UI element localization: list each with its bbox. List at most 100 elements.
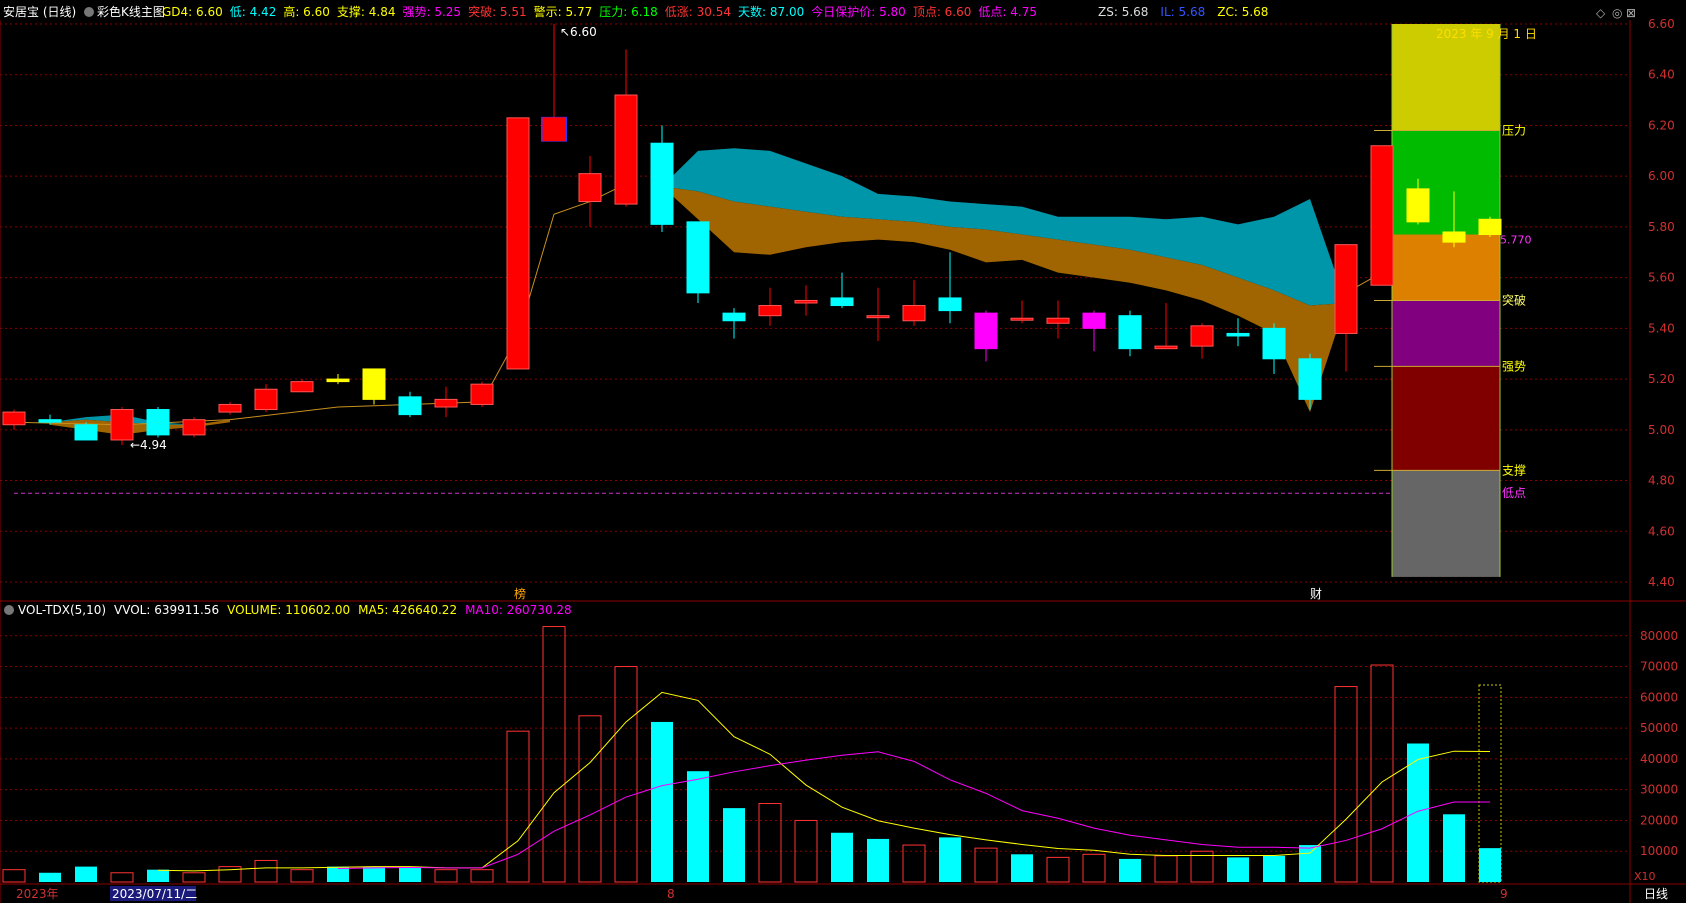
kline-chart: 安居宝 (日线) 彩色K线主图 GD4: 6.60 低: 4.42 高: 6.60 支… [0, 4, 1686, 903]
volume-bar [723, 808, 745, 882]
volume-bar [1479, 848, 1501, 882]
candle-body [146, 409, 170, 436]
header-right-item: ZC: 5.68 [1217, 5, 1268, 19]
volume-tick-label: 60000 [1640, 690, 1678, 704]
volume-ma5-line [157, 691, 1491, 872]
candle-body [362, 368, 386, 400]
volume-bar [1299, 845, 1321, 882]
candle-body [578, 173, 602, 203]
candle-body [398, 396, 422, 416]
volume-bar [39, 872, 61, 882]
volume-bar [75, 866, 97, 882]
candle-body [650, 142, 674, 225]
volume-tick-label: 10000 [1640, 844, 1678, 858]
period-label: 日线 [1644, 887, 1668, 901]
candle-body [938, 297, 962, 312]
header-item: GD4: 6.60 [162, 5, 223, 19]
header-item: 压力: 6.18 [599, 5, 658, 19]
header-item: 低涨: 30.54 [665, 4, 731, 19]
y-tick-label: 4.80 [1648, 474, 1675, 488]
candle-body [2, 411, 26, 426]
y-tick-label: 6.60 [1648, 17, 1675, 31]
volume-bar [1011, 854, 1033, 882]
volume-tick-label: 40000 [1640, 752, 1678, 766]
volume-bar [578, 715, 602, 883]
date-label: 2023/07/11/二 [112, 887, 197, 901]
candle-body [110, 409, 134, 441]
candle-body [686, 221, 710, 294]
candle-body [470, 383, 494, 405]
header-item: 低: 4.42 [230, 5, 277, 19]
level-label: 压力 [1502, 124, 1526, 138]
y-tick-label: 4.60 [1648, 524, 1675, 538]
candle-body [1046, 317, 1070, 324]
volume-bar [614, 666, 638, 883]
candle-body [1262, 327, 1286, 360]
header-item: 突破: 5.51 [468, 4, 527, 19]
maximize-icon[interactable]: ◎ [1612, 6, 1622, 20]
volume-bar [687, 771, 709, 882]
volume-ma-lines [157, 691, 1491, 872]
volume-bar [1443, 814, 1465, 882]
header-bar: 安居宝 (日线) 彩色K线主图 GD4: 6.60 低: 4.42 高: 6.60 支… [3, 4, 1636, 20]
y-tick-label: 5.60 [1648, 271, 1675, 285]
candle-body [866, 315, 890, 319]
level-segment [1392, 300, 1500, 367]
candle-body [614, 94, 638, 205]
candle-body [506, 117, 530, 370]
date-axis: 2023年 2023/07/11/二 8 9 日线 [0, 883, 1686, 901]
candle-body [830, 297, 854, 307]
candle-body [326, 378, 350, 383]
volume-bar [2, 869, 26, 883]
volume-bar [758, 803, 782, 883]
volume-bar [1154, 855, 1178, 883]
header-item: 支撑: 4.84 [337, 4, 396, 19]
candle-body [434, 398, 458, 408]
y-tick-label: 6.40 [1648, 68, 1675, 82]
stock-title[interactable]: 安居宝 (日线) [3, 4, 76, 19]
y-tick-label: 5.80 [1648, 220, 1675, 234]
candle-body [542, 117, 566, 142]
header-right-item: IL: 5.68 [1160, 5, 1205, 19]
candle-body [74, 424, 98, 441]
y-tick-label: 5.40 [1648, 321, 1675, 335]
candle-body [794, 299, 818, 304]
header-right-item: ZS: 5.68 [1098, 5, 1148, 19]
y-tick-label: 5.00 [1648, 423, 1675, 437]
volume-tick-label: 80000 [1640, 629, 1678, 643]
volume-bar [327, 866, 349, 882]
diamond-icon[interactable]: ◇ [1596, 6, 1606, 20]
volume-bar [1119, 858, 1141, 882]
volume-bar [1334, 686, 1358, 883]
marker-bang: 榜 [514, 586, 526, 601]
marker-cai: 财 [1310, 587, 1322, 601]
low-label: ←4.94 [130, 438, 167, 452]
high-label: ↖6.60 [560, 25, 597, 39]
volume-bar [1046, 856, 1070, 883]
year-label: 2023年 [16, 887, 59, 901]
volume-tick-label: 30000 [1640, 783, 1678, 797]
candle-body [182, 419, 206, 436]
candle-body [1406, 188, 1430, 223]
volume-bar [542, 626, 566, 883]
header-right-values: ZS: 5.68 IL: 5.68 ZC: 5.68 [1098, 5, 1268, 19]
header-item: 强势: 5.25 [402, 5, 461, 19]
candle-body [254, 388, 278, 411]
dropdown-icon[interactable] [84, 7, 94, 17]
volume-header-item: VOLUME: 110602.00 [227, 603, 350, 617]
header-item: 顶点: 6.60 [913, 5, 972, 19]
volume-bar [1227, 857, 1249, 882]
level-box: 压力突破强势支撑低点 2023 年 9 月 1 日 5.770 [1374, 24, 1537, 577]
volume-bar [939, 837, 961, 882]
volume-bar [110, 872, 134, 883]
volume-header-item: MA5: 426640.22 [358, 603, 457, 617]
y-tick-label: 5.20 [1648, 372, 1675, 386]
level-segment [1392, 470, 1500, 577]
volume-tick-label: 70000 [1640, 660, 1678, 674]
candle-body [38, 419, 62, 423]
level-segment [1392, 234, 1500, 301]
indicator-name[interactable]: 彩色K线主图 [97, 5, 165, 19]
y-tick-label: 6.00 [1648, 169, 1675, 183]
x10-label: X10 [1634, 870, 1656, 883]
close-icon[interactable]: ⊠ [1626, 6, 1636, 20]
